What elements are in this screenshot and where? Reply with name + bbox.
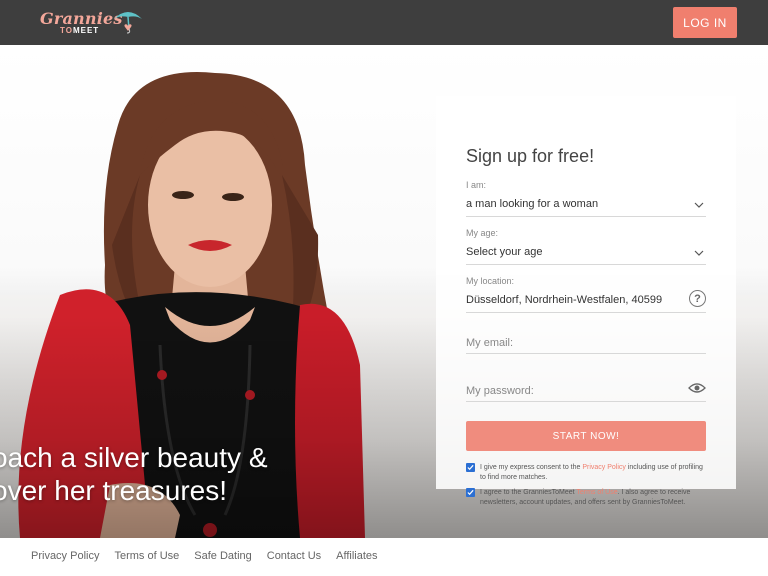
login-button[interactable]: LOG IN [673,7,737,38]
age-label: My age: [466,228,499,238]
start-now-button[interactable]: START NOW! [466,421,706,451]
privacy-policy-link[interactable]: Privacy Policy [582,464,626,471]
chevron-down-icon [694,202,704,208]
age-select[interactable]: My age: Select your age [466,228,706,265]
location-value: Düsseldorf, Nordrhein-Westfalen, 40599 [466,294,663,306]
location-label: My location: [466,276,515,286]
signup-form: Sign up for free! I am: a man looking fo… [436,96,736,506]
location-field[interactable]: My location: Düsseldorf, Nordrhein-Westf… [466,276,706,313]
gender-value: a man looking for a woman [466,198,599,210]
password-field[interactable]: My password: [466,382,706,402]
terms-of-use-link[interactable]: Terms of Use [576,489,617,496]
footer-link-contact-us[interactable]: Contact Us [267,550,321,562]
top-bar: Grannies TOMEET LOG IN [0,0,768,45]
help-icon[interactable]: ? [689,290,706,307]
privacy-consent: I give my express consent to the Privacy… [466,463,706,483]
footer: Privacy Policy Terms of Use Safe Dating … [0,538,768,576]
footer-link-privacy-policy[interactable]: Privacy Policy [31,550,99,562]
footer-link-affiliates[interactable]: Affiliates [336,550,377,562]
password-placeholder: My password: [466,385,534,397]
check-icon [467,489,474,496]
hero-tagline-line1: oach a silver beauty & [0,442,268,473]
footer-link-safe-dating[interactable]: Safe Dating [194,550,251,562]
footer-link-terms-of-use[interactable]: Terms of Use [114,550,179,562]
logo-subtitle: TOMEET [60,26,100,35]
hero-tagline-line2: over her treasures! [0,475,227,506]
footer-links: Privacy Policy Terms of Use Safe Dating … [31,550,393,562]
terms-consent: I agree to the GranniesToMeet Terms of U… [466,488,706,508]
check-icon [467,464,474,471]
gender-label: I am: [466,180,487,190]
hero-tagline: oach a silver beauty & over her treasure… [0,441,312,507]
umbrella-heart-icon [114,12,142,34]
show-password-icon[interactable] [688,382,706,394]
privacy-consent-checkbox[interactable] [466,463,475,472]
gender-select[interactable]: I am: a man looking for a woman [466,180,706,217]
email-field[interactable]: My email: [466,334,706,354]
age-value: Select your age [466,246,543,258]
signup-title: Sign up for free! [466,146,595,166]
hero-section: oach a silver beauty & over her treasure… [0,45,768,538]
chevron-down-icon [694,250,704,256]
terms-consent-checkbox[interactable] [466,488,475,497]
email-placeholder: My email: [466,337,514,349]
site-logo[interactable]: Grannies TOMEET [40,7,150,39]
